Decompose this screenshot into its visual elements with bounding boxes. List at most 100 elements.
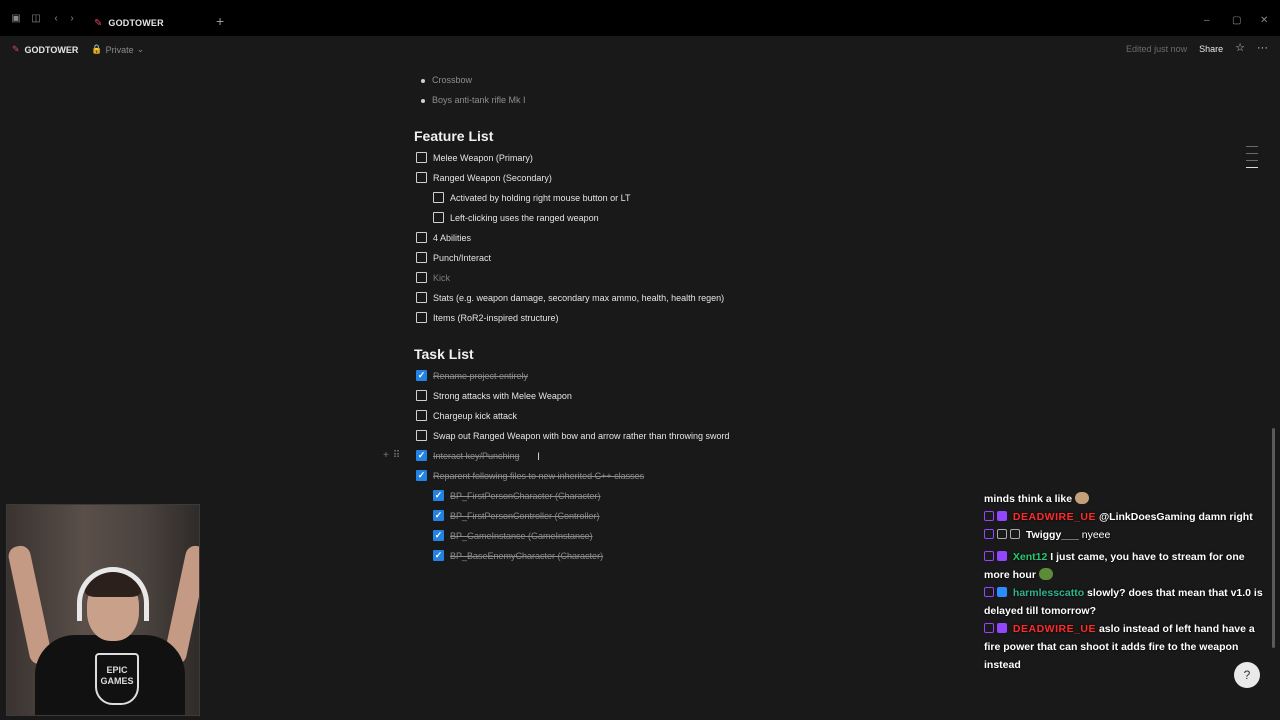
badge-icon [997, 623, 1007, 633]
todo-item[interactable]: Punch/Interact [416, 252, 491, 263]
list-item[interactable]: Boys anti-tank rifle Mk I [421, 95, 526, 105]
badge-icon [1010, 529, 1020, 539]
checkbox-checked[interactable] [416, 450, 427, 461]
more-icon[interactable]: ··· [1257, 43, 1268, 54]
feature-list-heading[interactable]: Feature List [414, 128, 493, 144]
checkbox[interactable] [416, 430, 427, 441]
todo-item[interactable]: Kick [416, 272, 450, 283]
checkbox-checked[interactable] [416, 470, 427, 481]
todo-item[interactable]: Strong attacks with Melee Weapon [416, 390, 572, 401]
todo-item[interactable]: 4 Abilities [416, 232, 471, 243]
todo-label: Swap out Ranged Weapon with bow and arro… [433, 430, 730, 441]
sidebar-toggle-icon[interactable]: ◫ [31, 14, 41, 24]
todo-item[interactable]: Rename project entirely [416, 370, 528, 381]
todo-item[interactable]: BP_GameInstance (GameInstance) [433, 530, 593, 541]
add-block-icon[interactable]: + [383, 451, 389, 461]
todo-item[interactable]: BP_FirstPersonCharacter (Character) [433, 490, 601, 501]
todo-label: Left-clicking uses the ranged weapon [450, 212, 599, 223]
checkbox-checked[interactable] [433, 490, 444, 501]
chat-username: Twiggy___ [1025, 529, 1079, 541]
badge-icon [997, 511, 1007, 521]
checkbox[interactable] [433, 192, 444, 203]
star-icon[interactable]: ☆ [1235, 43, 1245, 54]
list-item-label: Crossbow [432, 75, 473, 85]
todo-item[interactable]: Stats (e.g. weapon damage, secondary max… [416, 292, 724, 303]
todo-label: Interact key/Punching [433, 450, 520, 461]
checkbox[interactable] [416, 152, 427, 163]
badge-icon [984, 529, 994, 539]
page-emoji-icon: ✎ [94, 17, 103, 29]
back-icon[interactable]: ‹ [51, 14, 61, 24]
page-header: ✎ GODTOWER 🔒 Private ⌄ Edited just now S… [0, 36, 1280, 62]
window-titlebar: ▣ ◫ ‹ › ✎ GODTOWER + – ▢ ✕ [0, 0, 1280, 36]
share-button[interactable]: Share [1199, 44, 1223, 54]
checkbox[interactable] [416, 172, 427, 183]
badge-icon [997, 551, 1007, 561]
table-of-contents-icon[interactable] [1246, 146, 1258, 174]
epic-games-logo: EPIC GAMES [95, 653, 139, 705]
help-icon[interactable]: ? [1234, 662, 1260, 688]
todo-label: Items (RoR2-inspired structure) [433, 312, 559, 323]
page-emoji-icon: ✎ [12, 44, 20, 54]
chat-username: Xent12 [1012, 551, 1048, 563]
todo-item[interactable]: BP_FirstPersonController (Controller) [433, 510, 600, 521]
block-handle[interactable]: + ⠿ [383, 451, 400, 461]
checkbox[interactable] [416, 390, 427, 401]
chat-message: DEADWIRE_UE @LinkDoesGaming damn right [984, 508, 1268, 526]
logo-text: GAMES [100, 676, 134, 686]
todo-item[interactable]: Chargeup kick attack [416, 410, 517, 421]
app-icon: ▣ [11, 13, 21, 24]
todo-item[interactable]: BP_BaseEnemyCharacter (Character) [433, 550, 603, 561]
badge-icon [984, 623, 994, 633]
todo-item[interactable]: Melee Weapon (Primary) [416, 152, 533, 163]
todo-item[interactable]: Items (RoR2-inspired structure) [416, 312, 559, 323]
list-item-label: Boys anti-tank rifle Mk I [432, 95, 526, 105]
edited-status: Edited just now [1126, 43, 1188, 54]
todo-item[interactable]: Activated by holding right mouse button … [433, 192, 630, 203]
checkbox[interactable] [416, 312, 427, 323]
todo-item[interactable]: Left-clicking uses the ranged weapon [433, 212, 599, 223]
scrollbar[interactable] [1272, 428, 1275, 648]
visibility-menu[interactable]: 🔒 Private ⌄ [91, 44, 144, 55]
drag-handle-icon[interactable]: ⠿ [393, 451, 400, 461]
new-tab-icon[interactable]: + [216, 14, 224, 28]
checkbox-checked[interactable] [416, 370, 427, 381]
chat-message: harmlesscatto slowly? does that mean tha… [984, 584, 1268, 620]
checkbox[interactable] [416, 410, 427, 421]
todo-label: Rename project entirely [433, 370, 529, 381]
todo-item[interactable]: Interact key/Punching [416, 450, 520, 461]
todo-label: 4 Abilities [433, 232, 472, 243]
todo-label: BP_FirstPersonCharacter (Character) [450, 490, 601, 501]
tab-godtower[interactable]: ✎ GODTOWER [88, 10, 208, 36]
checkbox[interactable] [433, 212, 444, 223]
chat-message: DEADWIRE_UE aslo instead of left hand ha… [984, 620, 1268, 674]
list-item[interactable]: Crossbow [420, 75, 473, 85]
todo-label: Strong attacks with Melee Weapon [433, 390, 572, 401]
page-title: GODTOWER [24, 44, 79, 55]
checkbox-checked[interactable] [433, 510, 444, 521]
checkbox[interactable] [416, 252, 427, 263]
todo-item[interactable]: Ranged Weapon (Secondary) [416, 172, 552, 183]
emote-icon [1075, 492, 1090, 504]
todo-label: Punch/Interact [433, 252, 492, 263]
checkbox[interactable] [416, 272, 427, 283]
forward-icon[interactable]: › [67, 14, 77, 24]
tab-label: GODTOWER [108, 18, 164, 28]
breadcrumb[interactable]: ✎ GODTOWER 🔒 Private ⌄ [12, 44, 144, 55]
task-list-heading[interactable]: Task List [414, 346, 474, 362]
todo-item[interactable]: Swap out Ranged Weapon with bow and arro… [416, 430, 730, 441]
checkbox-checked[interactable] [433, 530, 444, 541]
maximize-icon[interactable]: ▢ [1232, 16, 1241, 26]
todo-label: Kick [433, 272, 451, 283]
todo-item[interactable]: Reparent following files to new inherite… [416, 470, 644, 481]
checkbox[interactable] [416, 232, 427, 243]
checkbox-checked[interactable] [433, 550, 444, 561]
badge-icon [984, 511, 994, 521]
chat-message: Twiggy___ nyeee [984, 526, 1268, 544]
checkbox[interactable] [416, 292, 427, 303]
close-icon[interactable]: ✕ [1260, 16, 1268, 26]
chevron-down-icon: ⌄ [136, 44, 145, 54]
minimize-icon[interactable]: – [1204, 16, 1210, 26]
todo-label: Melee Weapon (Primary) [433, 152, 533, 163]
todo-label: BP_BaseEnemyCharacter (Character) [450, 550, 604, 561]
